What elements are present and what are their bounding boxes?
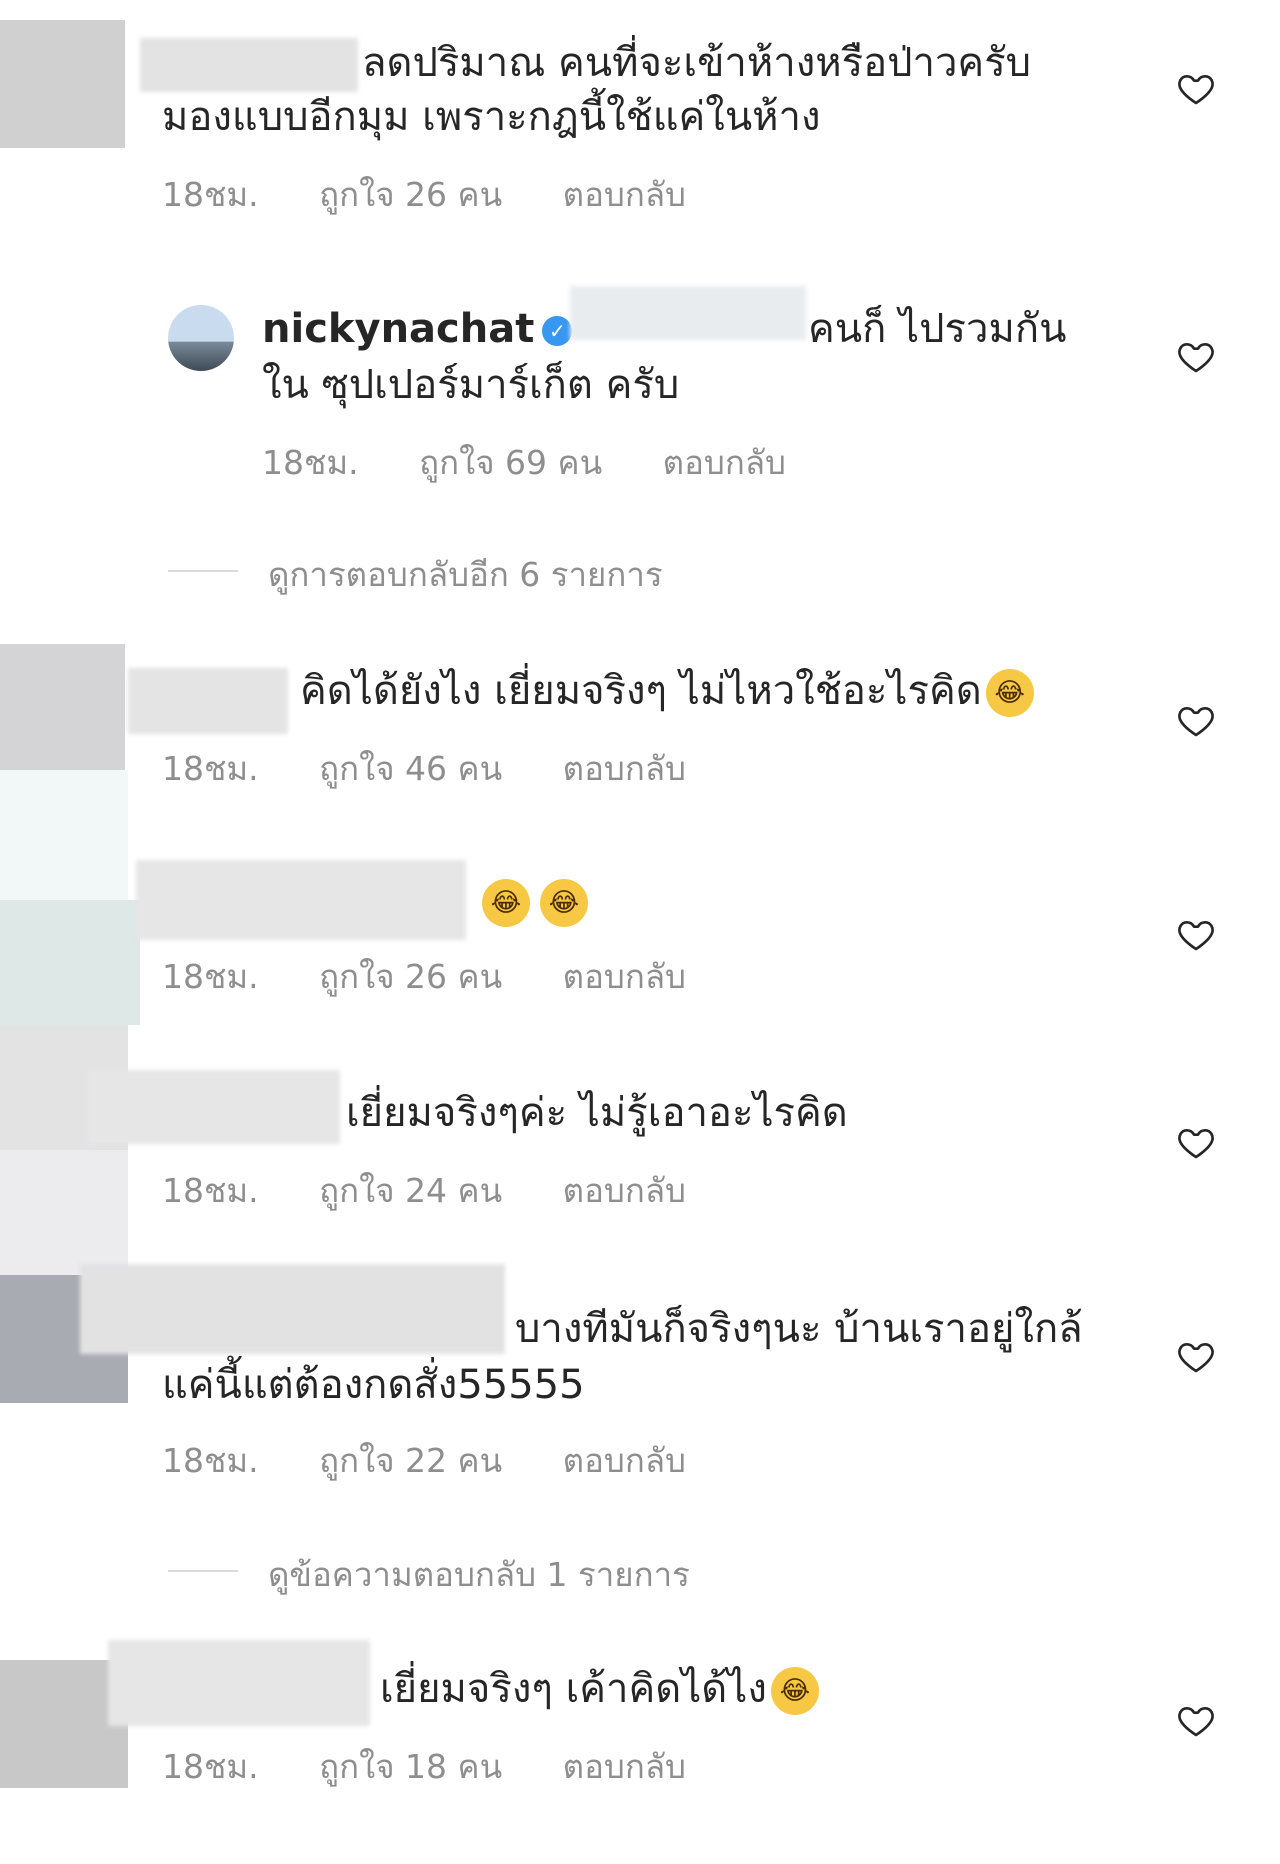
comment-text: ลดปริมาณ คนที่จะเข้าห้างหรือป่าวครับ	[362, 40, 1032, 86]
mention-blurred	[570, 286, 806, 340]
reply-button[interactable]: ตอบกลับ	[563, 749, 686, 788]
reply-button[interactable]: ตอบกลับ	[663, 443, 786, 482]
comment-likes[interactable]: ถูกใจ 26 คน	[319, 175, 502, 214]
comment-likes[interactable]: ถูกใจ 24 คน	[319, 1171, 502, 1210]
username-blurred	[88, 1070, 340, 1144]
comment-text: เยี่ยมจริงๆค่ะ ไม่รู้เอาอะไรคิด	[346, 1090, 848, 1136]
username-blurred	[140, 38, 358, 92]
comment-likes[interactable]: ถูกใจ 69 คน	[419, 443, 602, 482]
comment-likes[interactable]: ถูกใจ 18 คน	[319, 1747, 502, 1786]
username-blurred	[80, 1264, 505, 1354]
avatar-blurred	[0, 1150, 128, 1275]
heart-icon[interactable]	[1175, 336, 1217, 376]
avatar[interactable]	[168, 305, 234, 371]
reply-button[interactable]: ตอบกลับ	[563, 1747, 686, 1786]
avatar-blurred	[0, 770, 128, 900]
comment-time: 18ชม.	[162, 957, 259, 996]
reply-button[interactable]: ตอบกลับ	[563, 957, 686, 996]
username-blurred	[128, 668, 288, 734]
divider	[168, 1570, 238, 1572]
heart-icon[interactable]	[1175, 1122, 1217, 1162]
username-blurred	[108, 1640, 370, 1726]
comment-time: 18ชม.	[262, 443, 359, 482]
laughing-tears-emoji: 😂	[540, 879, 588, 927]
view-replies-link[interactable]: ดูการตอบกลับอีก 6 รายการ	[268, 548, 663, 601]
heart-icon[interactable]	[1175, 914, 1217, 954]
comment-time: 18ชม.	[162, 1441, 259, 1480]
reply-button[interactable]: ตอบกลับ	[563, 1171, 686, 1210]
heart-icon[interactable]	[1175, 700, 1217, 740]
comment-text: คนก็ ไปรวมกัน	[808, 306, 1067, 352]
heart-icon[interactable]	[1175, 1700, 1217, 1740]
reply-button[interactable]: ตอบกลับ	[563, 175, 686, 214]
username[interactable]: nickynachat	[262, 306, 534, 352]
avatar-blurred	[0, 644, 125, 770]
comment-likes[interactable]: ถูกใจ 26 คน	[319, 957, 502, 996]
comment-text: คิดได้ยังไง เยี่ยมจริงๆ ไม่ไหวใช้อะไรคิด	[300, 668, 982, 714]
comment-time: 18ชม.	[162, 1171, 259, 1210]
comment-time: 18ชม.	[162, 175, 259, 214]
view-replies-link[interactable]: ดูข้อความตอบกลับ 1 รายการ	[268, 1548, 690, 1601]
comment-time: 18ชม.	[162, 1747, 259, 1786]
comment-text: แค่นี้แต่ต้องกดสั่ง55555	[162, 1362, 585, 1408]
comment-text: ใน ซุปเปอร์มาร์เก็ต ครับ	[262, 362, 680, 408]
laughing-tears-emoji: 😂	[770, 1667, 819, 1715]
avatar-blurred	[0, 900, 140, 1025]
comment-likes[interactable]: ถูกใจ 22 คน	[319, 1441, 502, 1480]
laughing-tears-emoji: 😂	[985, 669, 1034, 717]
heart-icon[interactable]	[1175, 1336, 1217, 1376]
username-blurred	[136, 860, 466, 940]
laughing-tears-emoji: 😂	[482, 879, 530, 927]
comment-likes[interactable]: ถูกใจ 46 คน	[319, 749, 502, 788]
avatar-blurred	[0, 20, 125, 148]
heart-icon[interactable]	[1175, 68, 1217, 108]
comment-text: บางทีมันก็จริงๆนะ บ้านเราอยู่ใกล้	[515, 1306, 1083, 1352]
comment-time: 18ชม.	[162, 749, 259, 788]
divider	[168, 570, 238, 572]
verified-badge-icon: ✓	[542, 316, 573, 346]
comment-text: มองแบบอีกมุม เพราะกฎนี้ใช้แค่ในห้าง	[162, 94, 821, 140]
reply-button[interactable]: ตอบกลับ	[563, 1441, 686, 1480]
comment-text: เยี่ยมจริงๆ เค้าคิดได้ไง	[380, 1666, 767, 1712]
